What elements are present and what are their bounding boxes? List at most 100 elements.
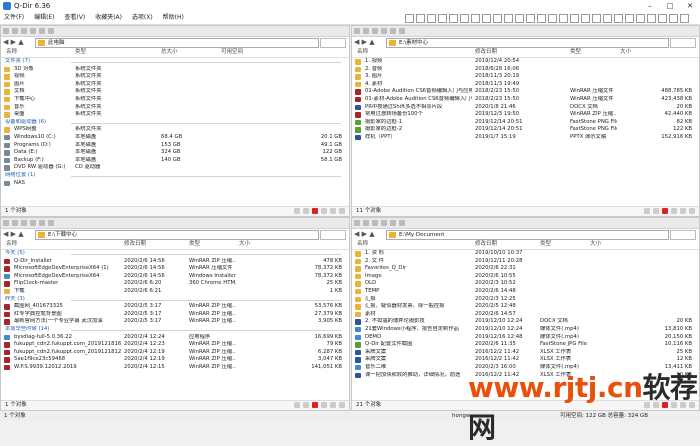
address-input[interactable]: E:\素材中心 — [386, 38, 669, 48]
pane-tool-4-icon[interactable] — [381, 220, 387, 226]
file-row[interactable]: 最新官网方法(一个专业字幕 武汉加油 2020/2/5 3:17 WinRAR ZI… — [1, 318, 349, 326]
pane-tool-1-icon[interactable] — [3, 28, 9, 34]
file-row[interactable]: 视频 系统文件夹 — [1, 73, 349, 81]
file-row[interactable]: 样机（PPT） 2019/1/7 15:19 PPTX 演示文稿 152,916 KB — [352, 134, 699, 142]
column-header[interactable]: 名称 — [6, 240, 17, 249]
file-row[interactable]: 采牌文案 2016/12/2 11:42 XLSX 工作表 12 KB — [352, 356, 699, 364]
new-folder-icon[interactable] — [644, 208, 650, 214]
file-row[interactable]: Programs (D:) 本地磁盘 153 GB 49.1 GB — [1, 142, 349, 150]
navigation-arrows-icon[interactable]: ◀ ▶ ▲ — [3, 230, 24, 238]
column-header[interactable]: 总大小 — [161, 48, 178, 57]
pane-tool-4-icon[interactable] — [30, 220, 36, 226]
layout-14-icon[interactable] — [548, 14, 557, 23]
file-row[interactable]: PR中按通过Shift多选不相邻片段 2020/1/8 21:46 DOCX 文档 2… — [352, 104, 699, 112]
column-header[interactable]: 类型 — [540, 240, 551, 249]
column-header[interactable]: 修改日期 — [475, 48, 497, 57]
column-header[interactable]: 大小 — [239, 240, 250, 249]
file-row[interactable]: Windows10 (C:) 本地磁盘 68.4 GB 20.1 GB — [1, 134, 349, 142]
delete-icon[interactable] — [312, 208, 318, 214]
properties-icon[interactable] — [680, 208, 686, 214]
file-row[interactable]: 21套Windows小程序、报告自定制作品 2019/12/10 12:24 媒体文… — [352, 326, 699, 334]
layout-20-icon[interactable] — [614, 14, 623, 23]
search-input[interactable] — [670, 38, 696, 48]
file-row[interactable]: 2. 音频 2018/6/28 16:06 — [352, 66, 699, 74]
layout-15-icon[interactable] — [559, 14, 568, 23]
column-header[interactable]: 类型 — [570, 48, 581, 57]
file-row[interactable]: Favorites_Q_Dir 2020/2/6 22:31 — [352, 265, 699, 273]
column-header[interactable]: 修改日期 — [475, 240, 497, 249]
pane-tool-4-icon[interactable] — [30, 28, 36, 34]
column-header[interactable]: 名称 — [357, 48, 368, 57]
pane-tool-1-icon[interactable] — [3, 220, 9, 226]
layout-10-icon[interactable] — [504, 14, 513, 23]
close-button[interactable]: ✕ — [680, 0, 700, 12]
file-row[interactable]: 红专字典控笔背景图 2020/2/5 3:17 WinRAR ZIP 压缩... 27… — [1, 311, 349, 319]
column-header[interactable]: 大小 — [620, 48, 631, 57]
layout-21-icon[interactable] — [625, 14, 634, 23]
menu-file[interactable]: 文件(F) — [0, 12, 28, 24]
pane-tool-4-icon[interactable] — [381, 28, 387, 34]
file-row[interactable]: 摄影家的边框-2 2019/12/14 20:51 FastStone PNG Fi… — [352, 126, 699, 134]
column-header[interactable]: 修改日期 — [124, 240, 146, 249]
address-input[interactable]: 此电脑 — [35, 38, 319, 48]
pane-tool-6-icon[interactable] — [48, 220, 54, 226]
file-row[interactable]: bysdiag-full-5.0.36.22 2020/2/4 12:24 应用程序… — [1, 334, 349, 342]
file-row[interactable]: Backup (F:) 本地磁盘 140 GB 58.1 GB — [1, 157, 349, 165]
new-folder-icon[interactable] — [294, 208, 300, 214]
layout-1-icon[interactable] — [405, 14, 414, 23]
layout-11-icon[interactable] — [515, 14, 524, 23]
group-header[interactable]: 设备和驱动器 (6) — [1, 119, 349, 127]
file-row[interactable]: 下载 2020/2/6 6:21 1 KB — [1, 288, 349, 296]
file-row[interactable]: MicrosoftEdgeDevEnterpriseX64 2020/2/6 14… — [1, 273, 349, 281]
copy-icon[interactable] — [303, 208, 309, 214]
layout-3-icon[interactable] — [427, 14, 436, 23]
pane-tool-5-icon[interactable] — [390, 220, 396, 226]
file-row[interactable]: MicrosoftEdgeDevEnterpriseX64 (1) 2020/2/… — [1, 265, 349, 273]
file-row[interactable]: 图片 系统文件夹 — [1, 81, 349, 89]
file-row[interactable]: 音乐 系统文件夹 — [1, 104, 349, 112]
file-row[interactable]: 采牌文案 2016/12/2 11:42 XLSX 工作表 25 KB — [352, 349, 699, 357]
address-input[interactable]: E:\下载中心 — [35, 230, 319, 240]
file-row[interactable]: 素材 2020/2/6 14:57 — [352, 311, 699, 319]
file-row[interactable]: 2. 文 件 2019/12/11 20:28 — [352, 258, 699, 266]
file-row[interactable]: 摄影家的边框-1 2019/12/14 20:51 FastStone PNG Fi… — [352, 119, 699, 127]
file-row[interactable]: FlipClock-master 2020/2/6 6:20 360 Chrome … — [1, 280, 349, 288]
file-row[interactable]: DEMO 2019/12/16 12:48 媒体文件(.mp4) 20,150 KB — [352, 334, 699, 342]
pane-tool-2-icon[interactable] — [363, 220, 369, 226]
menu-favorites[interactable]: 收藏夹(A) — [91, 12, 126, 24]
column-header[interactable]: 名称 — [357, 240, 368, 249]
layout-22-icon[interactable] — [636, 14, 645, 23]
layout-16-icon[interactable] — [570, 14, 579, 23]
file-row[interactable]: 01-Adobe Audition CS6音频编辑入门与应用 2018/2/23 … — [352, 88, 699, 96]
delete-icon[interactable] — [662, 208, 668, 214]
copy-icon[interactable] — [653, 208, 659, 214]
file-row[interactable]: Q-Dir_Installer 2020/2/6 14:56 WinRAR ZIP … — [1, 258, 349, 266]
file-row[interactable]: 1. 资 料 2019/10/10 10:37 — [352, 250, 699, 258]
pane-tool-2-icon[interactable] — [363, 28, 369, 34]
pane-tool-3-icon[interactable] — [372, 28, 378, 34]
menu-help[interactable]: 帮助(H) — [159, 12, 188, 24]
file-row[interactable]: 汇报 2020/2/3 12:25 — [352, 296, 699, 304]
paste-icon[interactable] — [671, 208, 677, 214]
pane-tool-6-icon[interactable] — [399, 220, 405, 226]
file-row[interactable]: OLD 2020/2/3 10:52 — [352, 280, 699, 288]
column-header[interactable]: 可用空间 — [221, 48, 243, 57]
file-row[interactable]: 3D 对象 系统文件夹 — [1, 66, 349, 74]
address-input[interactable]: E:\My Document — [386, 230, 669, 240]
pane-tool-1-icon[interactable] — [354, 220, 360, 226]
file-row[interactable]: 1. 视频 2019/12/4 20:54 — [352, 58, 699, 66]
navigation-arrows-icon[interactable]: ◀ ▶ ▲ — [354, 38, 375, 46]
layout-5-icon[interactable] — [449, 14, 458, 23]
file-row[interactable]: Data (E:) 本地磁盘 324 GB 122 GB — [1, 149, 349, 157]
paste-icon[interactable] — [321, 208, 327, 214]
file-row[interactable]: 01-素材-Adobe Audition CS6音频编辑入门与应用2018/2/… — [352, 96, 699, 104]
menu-options[interactable]: 选项(X) — [128, 12, 157, 24]
group-header[interactable]: 网络位置 (1) — [1, 172, 349, 180]
file-row[interactable]: 5ae1f9ce23c59468 2020/2/4 12:19 WinRAR ZIP… — [1, 356, 349, 364]
file-row[interactable]: fukuppt_cdn2.fukuppt.com_20191218164... 2… — [1, 341, 349, 349]
layout-23-icon[interactable] — [647, 14, 656, 23]
layout-8-icon[interactable] — [482, 14, 491, 23]
menu-view[interactable]: 查看(V) — [60, 12, 89, 24]
navigation-arrows-icon[interactable]: ◀ ▶ ▲ — [354, 230, 375, 238]
layout-25-icon[interactable] — [669, 14, 678, 23]
